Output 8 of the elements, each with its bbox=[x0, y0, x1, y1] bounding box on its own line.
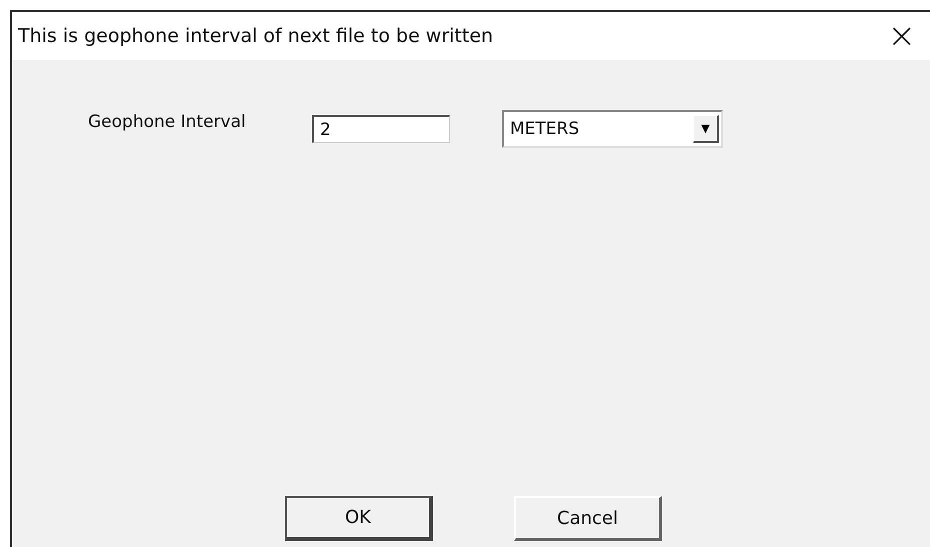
dialog-button[interactable]: Cancel bbox=[514, 496, 662, 541]
dropdown-arrow-button[interactable]: ▼ bbox=[693, 115, 719, 143]
window-title: This is geophone interval of next file to be written bbox=[18, 25, 494, 47]
field-label: Geophone Interval bbox=[88, 112, 247, 132]
close-button[interactable]: × bbox=[874, 16, 930, 56]
unit-dropdown[interactable]: METERS ▼ bbox=[502, 110, 723, 148]
input-field[interactable]: 2 bbox=[312, 115, 450, 143]
dialog-button[interactable]: OK bbox=[285, 496, 433, 541]
